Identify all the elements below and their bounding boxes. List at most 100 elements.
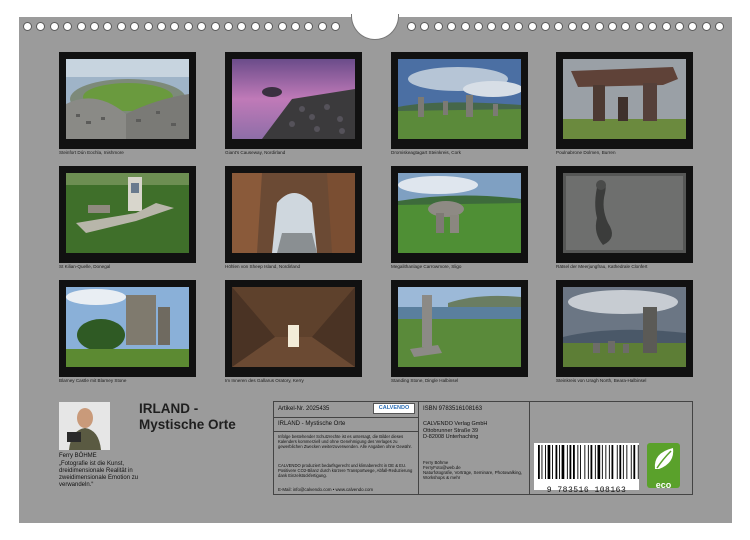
photographer-line-3: Naturfotografie, Vorträge, Seminare, Pho… — [423, 470, 523, 480]
binding-hole — [567, 22, 577, 31]
barcode-bar — [601, 445, 603, 479]
photo-5 — [59, 166, 196, 263]
binding-hole — [634, 22, 644, 31]
binding-hole — [407, 22, 416, 31]
leaf-icon — [654, 448, 674, 469]
barcode-bar — [561, 445, 565, 479]
article-number: Artikel-Nr. 2025435 — [278, 406, 330, 412]
caption-3: Dromiskeagtagart Steinkreis, Cork — [391, 150, 461, 155]
photo-4 — [556, 52, 693, 149]
barcode-digits: 9 783516 108163 — [546, 486, 627, 495]
barcode-bar — [580, 445, 581, 479]
binding-hole — [661, 22, 671, 31]
caption-5: St Kilian-Quelle, Donegal — [59, 264, 111, 269]
binding-hole — [23, 22, 32, 31]
binding-hole — [541, 22, 550, 31]
photo-1 — [59, 52, 196, 149]
binding-hole — [433, 22, 443, 31]
caption-10: Im Inneren des Gallarus Oratory, Kerry — [225, 378, 304, 383]
binding-hole — [594, 22, 604, 31]
binding-hole — [143, 22, 153, 31]
binding-hole — [237, 22, 247, 31]
binding-hole — [460, 22, 470, 31]
title-line-2: Mystische Orte — [139, 417, 236, 432]
calvendo-logo: CALVENDO — [373, 403, 415, 414]
author-quote: „Fotografie ist die Kunst, dreidimension… — [59, 461, 139, 488]
calendar-title: IRLAND - Mystische Orte — [139, 401, 236, 433]
binding-hole — [170, 22, 180, 31]
barcode-bar — [573, 445, 575, 479]
photo-10 — [225, 280, 362, 377]
binding-hole — [621, 22, 631, 31]
barcode-bar — [611, 445, 614, 479]
contact-text: E-Mail: info@calvendo.com • www.calvendo… — [278, 487, 374, 492]
eco-label: eco — [655, 480, 672, 490]
binding-hole — [76, 22, 86, 31]
barcode-bar — [566, 445, 568, 479]
eco-badge: eco — [647, 443, 680, 490]
binding-hole — [608, 22, 617, 31]
photo-8 — [556, 166, 693, 263]
binding-hole — [581, 22, 591, 31]
caption-1: Steinfort Dún Eochla, Inishmore — [59, 150, 124, 155]
binding-hole — [264, 22, 274, 31]
binding-hole — [183, 22, 193, 31]
binding-hole — [197, 22, 207, 31]
barcode-bar — [547, 445, 551, 479]
barcode-bar — [587, 445, 589, 479]
barcode-bar — [626, 445, 628, 479]
photo-11 — [391, 280, 528, 377]
binding-hole — [675, 22, 684, 31]
barcode-bar — [608, 445, 610, 479]
caption-11: Standing Stone, Dingle Halbinsel — [391, 378, 459, 383]
barcode-bar — [545, 445, 546, 479]
binding-hole — [447, 22, 457, 31]
caption-7: Megalithanlage Carrowmore, Sligo — [391, 264, 462, 269]
photo-12 — [556, 280, 693, 377]
binding-hole — [49, 22, 59, 31]
binding-hole — [514, 22, 524, 31]
barcode-bar — [584, 445, 586, 479]
production-text: CALVENDO produziert bedarfsgerecht und k… — [278, 463, 413, 478]
photographer-info: Ferry Böhme FerryFoto@web.de Naturfotogr… — [423, 460, 528, 480]
binding-hole — [420, 22, 430, 31]
binding-hole — [648, 22, 658, 31]
barcode-bar — [559, 445, 560, 479]
barcode-bar — [633, 445, 636, 479]
barcode-bar — [590, 445, 593, 479]
caption-12: Steinkreis von Uragh North, Beara-Halbin… — [556, 378, 647, 383]
barcode-bar — [552, 445, 553, 479]
binding-hole — [103, 22, 113, 31]
binding-hole — [500, 22, 510, 31]
binding-hole — [291, 22, 300, 31]
binding-hole — [317, 22, 327, 31]
barcode-bar — [619, 445, 622, 479]
barcode-bar — [637, 445, 639, 479]
caption-9: Blarney Castle mit Blarney Stone — [59, 378, 127, 383]
photo-2 — [225, 52, 362, 149]
author-name: Ferry BÖHME — [59, 453, 97, 459]
photo-3 — [391, 52, 528, 149]
barcode-bar — [597, 445, 601, 479]
caption-6: Höhlen von Sheep Island, Nordirland — [225, 264, 301, 269]
binding-hole — [715, 22, 725, 31]
publisher-line-1: CALVENDO Verlag GmbH — [423, 421, 488, 427]
barcode-bar — [616, 445, 618, 479]
barcode-bar — [569, 445, 572, 479]
binding-hole — [250, 22, 260, 31]
binding-hole — [63, 22, 73, 31]
author-photo — [59, 402, 110, 450]
barcode-bar — [630, 445, 632, 479]
binding-hole — [130, 22, 140, 31]
binding-hole — [554, 22, 564, 31]
binding-hole — [36, 22, 46, 31]
barcode-bar — [594, 445, 596, 479]
binding-hole — [474, 22, 483, 31]
caption-8: Rätsel der Meerjungfrau, Kathedrale Clon… — [556, 264, 648, 269]
binding-hole — [304, 22, 314, 31]
legal-text: Infolge bestehender Schutzrechte ist es … — [278, 434, 412, 449]
binding-hole — [224, 22, 233, 31]
binding-hole — [157, 22, 166, 31]
binding-hole — [701, 22, 711, 31]
binding-hole — [688, 22, 698, 31]
